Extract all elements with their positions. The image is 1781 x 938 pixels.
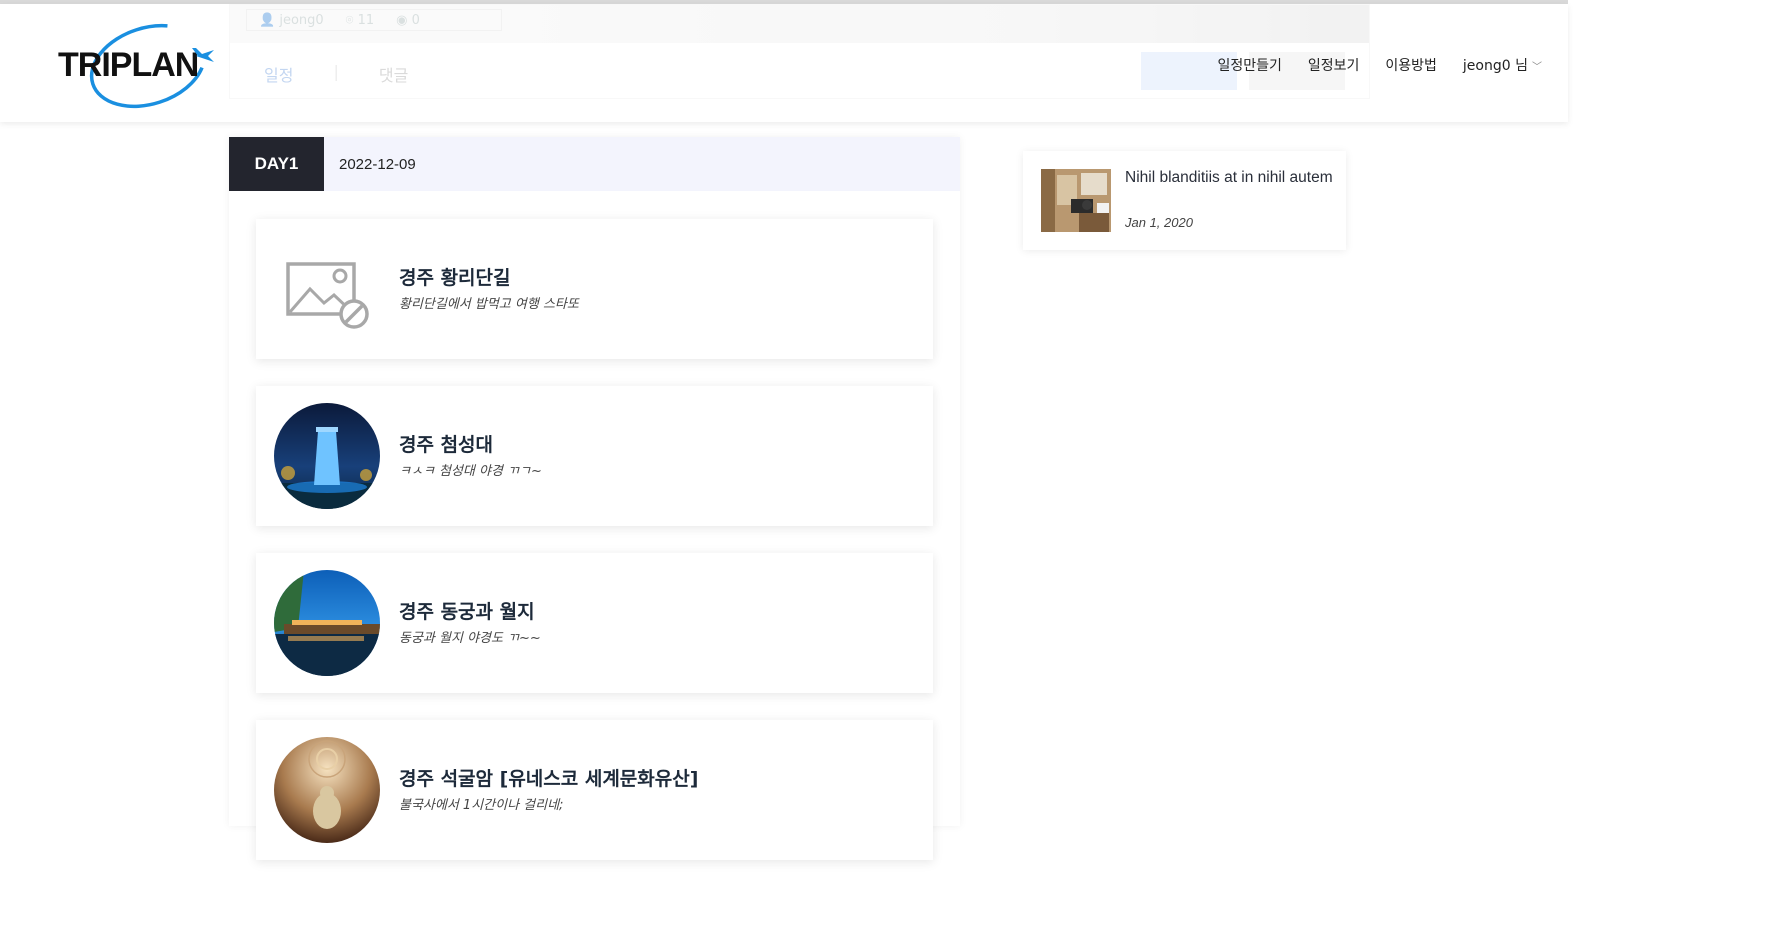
triplan-logo[interactable]: TRIPLAN xyxy=(56,16,221,112)
day-date: 2022-12-09 xyxy=(339,155,416,173)
nav-user-menu[interactable]: jeong0 님 ﹀ xyxy=(1463,55,1542,75)
post-date: Jan 1, 2020 xyxy=(1125,215,1193,230)
place-title: 경주 황리단길 xyxy=(399,267,511,289)
post-thumbnail xyxy=(1041,169,1111,232)
place-desc: 동궁과 월지 야경도 ㄲ~~ xyxy=(399,631,541,646)
recent-post[interactable]: Nihil blanditiis at in nihil autem Jan 1… xyxy=(1023,151,1346,250)
place-card[interactable]: 경주 황리단길 황리단길에서 밥먹고 여행 스타또 xyxy=(256,219,933,359)
place-desc: ㅋㅅㅋ 첨성대 야경 ㄲㄱ~ xyxy=(399,464,542,479)
main-nav: 일정만들기 일정보기 이용방법 jeong0 님 ﹀ xyxy=(1217,55,1542,75)
day-header: DAY1 2022-12-09 xyxy=(229,137,960,191)
user-name: jeong0 님 xyxy=(1462,58,1528,74)
nav-create-schedule[interactable]: 일정만들기 xyxy=(1217,55,1281,75)
place-photo xyxy=(274,403,380,509)
place-card[interactable]: 경주 동궁과 월지 동궁과 월지 야경도 ㄲ~~ xyxy=(256,553,933,693)
schedule-panel: DAY1 2022-12-09 경주 황리단길 황리단길에서 밥먹고 여행 스타… xyxy=(229,137,960,860)
logo-text: TRIPLAN xyxy=(58,46,198,84)
day-badge: DAY1 xyxy=(229,137,324,191)
place-title: 경주 석굴암 [유네스코 세계문화유산] xyxy=(399,768,699,790)
no-image-icon xyxy=(284,259,374,331)
place-title: 경주 첨성대 xyxy=(399,434,494,456)
place-card[interactable]: 경주 석굴암 [유네스코 세계문화유산] 불국사에서 1시간이나 걸리네; xyxy=(256,720,933,860)
place-title: 경주 동궁과 월지 xyxy=(399,601,535,623)
place-desc: 불국사에서 1시간이나 걸리네; xyxy=(399,798,564,813)
post-title[interactable]: Nihil blanditiis at in nihil autem xyxy=(1125,168,1335,188)
nav-view-schedule[interactable]: 일정보기 xyxy=(1308,55,1360,75)
nav-howto[interactable]: 이용방법 xyxy=(1385,55,1437,75)
site-header: TRIPLAN 일정만들기 일정보기 이용방법 jeong0 님 ﹀ xyxy=(0,4,1568,122)
place-card[interactable]: 경주 첨성대 ㅋㅅㅋ 첨성대 야경 ㄲㄱ~ xyxy=(256,386,933,526)
chevron-down-icon: ﹀ xyxy=(1532,61,1542,73)
place-photo xyxy=(274,737,380,843)
place-desc: 황리단길에서 밥먹고 여행 스타또 xyxy=(399,297,579,312)
place-photo xyxy=(274,570,380,676)
